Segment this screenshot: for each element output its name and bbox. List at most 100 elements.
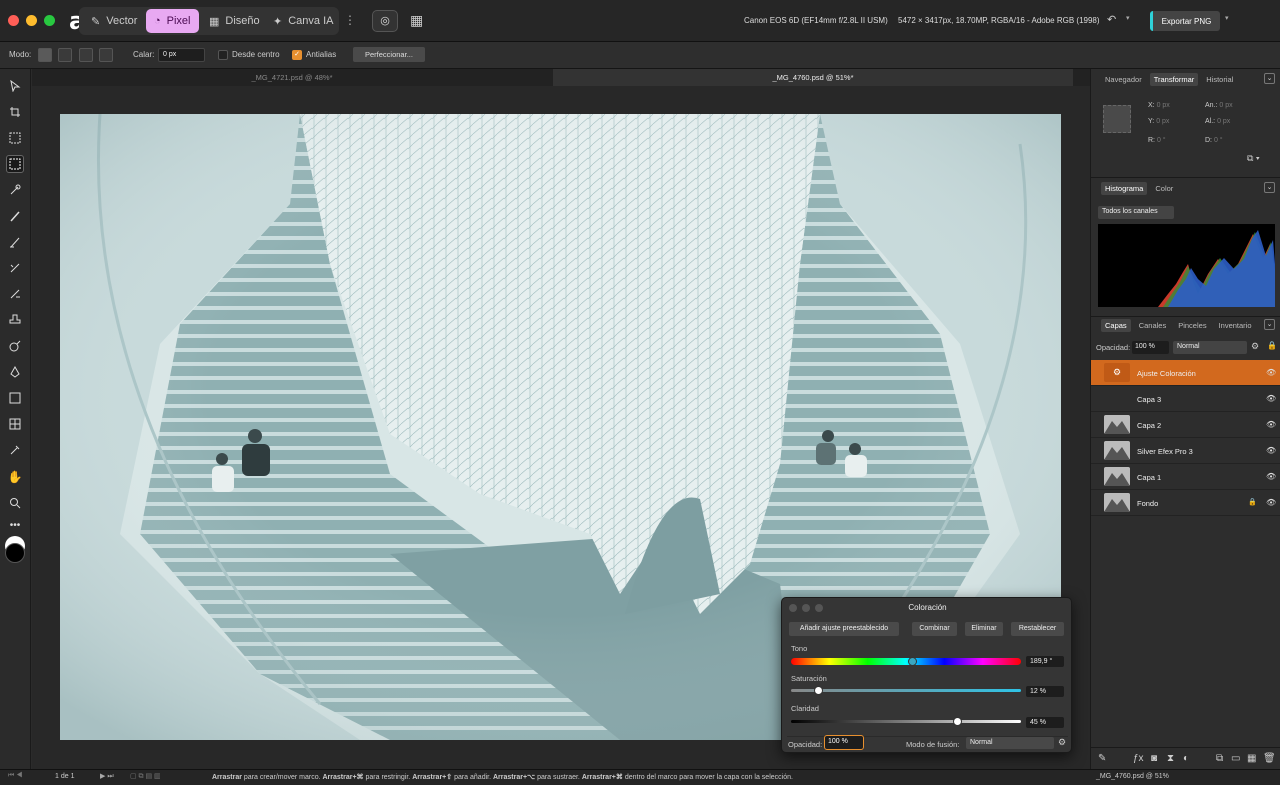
- dodge-tool-icon[interactable]: [6, 337, 24, 355]
- refine-button[interactable]: Perfeccionar...: [353, 47, 425, 62]
- undo-menu-chevron-icon[interactable]: ▾: [1126, 14, 1130, 22]
- arrange-icon[interactable]: ⧉: [1216, 753, 1223, 764]
- dialog-blend-select[interactable]: Normal: [966, 737, 1054, 749]
- zoom-window-button[interactable]: [44, 15, 55, 26]
- persona-vector[interactable]: ✎ Vector: [83, 9, 145, 33]
- export-png-button[interactable]: Exportar PNG: [1150, 11, 1220, 31]
- mode-subtract-button[interactable]: [79, 48, 93, 62]
- visibility-eye-icon[interactable]: 👁: [1266, 498, 1276, 507]
- dialog-opacity-input[interactable]: 100 %: [824, 735, 864, 750]
- shear-value[interactable]: 0 °: [1214, 137, 1223, 144]
- mode-add-button[interactable]: [58, 48, 72, 62]
- layer-row-ajuste-coloracion[interactable]: ⚙ Ajuste Coloración 👁: [1091, 360, 1280, 386]
- primary-color-swatch[interactable]: [5, 543, 25, 563]
- visibility-eye-icon[interactable]: 👁: [1266, 368, 1276, 377]
- add-pixel-layer-icon[interactable]: ▦: [1247, 753, 1256, 764]
- minimize-window-button[interactable]: [26, 15, 37, 26]
- hue-value[interactable]: 189,9 °: [1026, 656, 1064, 667]
- tab-color[interactable]: Color: [1151, 182, 1177, 195]
- dialog-gear-icon[interactable]: ⚙: [1058, 737, 1066, 748]
- move-tool-icon[interactable]: [6, 77, 24, 95]
- adjustment-icon[interactable]: ⧗: [1167, 753, 1174, 764]
- delete-button[interactable]: Eliminar: [965, 622, 1003, 636]
- layer-row-capa-1[interactable]: Capa 1 👁: [1091, 464, 1280, 490]
- transform-collapse-icon[interactable]: ⌄: [1264, 73, 1275, 84]
- histogram-channel-select[interactable]: Todos los canales: [1098, 206, 1174, 219]
- selection-brush-icon[interactable]: [6, 129, 24, 147]
- flood-select-icon[interactable]: [6, 181, 24, 199]
- hue-slider[interactable]: [791, 657, 1021, 666]
- merge-button[interactable]: Combinar: [912, 622, 957, 636]
- visibility-eye-icon[interactable]: 👁: [1266, 472, 1276, 481]
- export-chevron-icon[interactable]: ▾: [1225, 14, 1229, 22]
- layer-row-fondo[interactable]: Fondo 🔒 👁: [1091, 490, 1280, 516]
- x-value[interactable]: 0 px: [1157, 102, 1170, 109]
- tab-transform[interactable]: Transformar: [1149, 72, 1199, 86]
- paint-brush-icon[interactable]: [6, 207, 24, 225]
- close-window-button[interactable]: [8, 15, 19, 26]
- delete-layer-icon[interactable]: 🗑: [1263, 753, 1276, 764]
- hand-tool-icon[interactable]: ✋: [6, 468, 24, 486]
- lightness-value[interactable]: 45 %: [1026, 717, 1064, 728]
- color-picker-icon[interactable]: [6, 441, 24, 459]
- more-vertical-icon[interactable]: ⋮: [344, 13, 356, 27]
- doc-tab-mg4721[interactable]: _MG_4721.psd @ 48%*: [32, 69, 552, 86]
- tab-histogram[interactable]: Histograma: [1101, 181, 1148, 195]
- tab-stock[interactable]: Inventario: [1215, 319, 1256, 332]
- clone-stamp-icon[interactable]: [6, 311, 24, 329]
- persona-layout[interactable]: ▦ Diseño: [201, 9, 268, 33]
- rectangle-tool-icon[interactable]: [6, 389, 24, 407]
- saturation-slider[interactable]: [791, 686, 1021, 695]
- layer-lock-icon[interactable]: 🔒: [1267, 341, 1277, 350]
- pixel-brush-icon[interactable]: [6, 233, 24, 251]
- tab-navigator[interactable]: Navegador: [1101, 73, 1146, 86]
- mask-icon[interactable]: ◙: [1151, 753, 1157, 764]
- layers-collapse-icon[interactable]: ⌄: [1264, 319, 1275, 330]
- persona-canva-ai[interactable]: ✦ Canva IA: [265, 9, 341, 33]
- add-preset-button[interactable]: Añadir ajuste preestablecido: [789, 622, 899, 636]
- layer-row-silver-efex[interactable]: Silver Efex Pro 3 👁: [1091, 438, 1280, 464]
- layer-row-capa-2[interactable]: Capa 2 👁: [1091, 412, 1280, 438]
- layer-blend-select[interactable]: Normal: [1173, 341, 1247, 354]
- hue-slider-knob[interactable]: [907, 657, 917, 666]
- fx-icon[interactable]: ƒx: [1133, 753, 1144, 764]
- visibility-eye-icon[interactable]: 👁: [1266, 420, 1276, 429]
- marquee-tool-icon[interactable]: [6, 155, 24, 173]
- layer-settings-gear-icon[interactable]: ⚙: [1251, 341, 1259, 352]
- rotation-value[interactable]: 0 °: [1157, 137, 1166, 144]
- lightness-slider-knob[interactable]: [953, 717, 963, 726]
- healing-brush-icon[interactable]: [6, 285, 24, 303]
- doc-tab-mg4760[interactable]: _MG_4760.psd @ 51%*: [553, 69, 1073, 86]
- group-icon[interactable]: ▭: [1231, 753, 1240, 764]
- mode-new-button[interactable]: [38, 48, 52, 62]
- histogram-collapse-icon[interactable]: ⌄: [1264, 182, 1275, 193]
- retouch-brush-icon[interactable]: [6, 259, 24, 277]
- next-page-icon[interactable]: ▶ ⏭: [100, 772, 114, 781]
- y-value[interactable]: 0 px: [1156, 118, 1169, 125]
- crop-tool-icon[interactable]: [6, 103, 24, 121]
- transform-options-icon[interactable]: ⧉ ▾: [1247, 153, 1260, 164]
- layer-locked-icon[interactable]: 🔒: [1248, 498, 1257, 506]
- undo-icon[interactable]: ↶: [1107, 13, 1116, 26]
- tab-history[interactable]: Historial: [1202, 73, 1237, 86]
- ai-assist-button[interactable]: ◎: [372, 10, 398, 32]
- first-page-icon[interactable]: ⏮ ◀: [8, 772, 23, 780]
- visibility-eye-icon[interactable]: 👁: [1266, 446, 1276, 455]
- tab-channels[interactable]: Canales: [1135, 319, 1171, 332]
- mode-intersect-button[interactable]: [99, 48, 113, 62]
- visibility-eye-icon[interactable]: 👁: [1266, 394, 1276, 403]
- antialias-checkbox[interactable]: ✓: [292, 50, 302, 60]
- spread-view-icons[interactable]: ▢ ⧉ ▤ ▥: [130, 772, 161, 781]
- more-tools-icon[interactable]: •••: [6, 516, 24, 534]
- feather-input[interactable]: 0 px: [158, 48, 205, 62]
- saturation-value[interactable]: 12 %: [1026, 686, 1064, 697]
- from-center-checkbox[interactable]: [218, 50, 228, 60]
- tab-layers[interactable]: Capas: [1101, 318, 1131, 332]
- layer-row-capa-3[interactable]: Capa 3 👁: [1091, 386, 1280, 412]
- persona-pixel[interactable]: ◔ Pixel: [146, 9, 199, 33]
- w-value[interactable]: 0 px: [1219, 102, 1232, 109]
- saturation-slider-knob[interactable]: [814, 686, 824, 695]
- mesh-warp-icon[interactable]: [6, 415, 24, 433]
- layer-opacity-input[interactable]: 100 %: [1132, 341, 1169, 354]
- pen-tool-icon[interactable]: [6, 363, 24, 381]
